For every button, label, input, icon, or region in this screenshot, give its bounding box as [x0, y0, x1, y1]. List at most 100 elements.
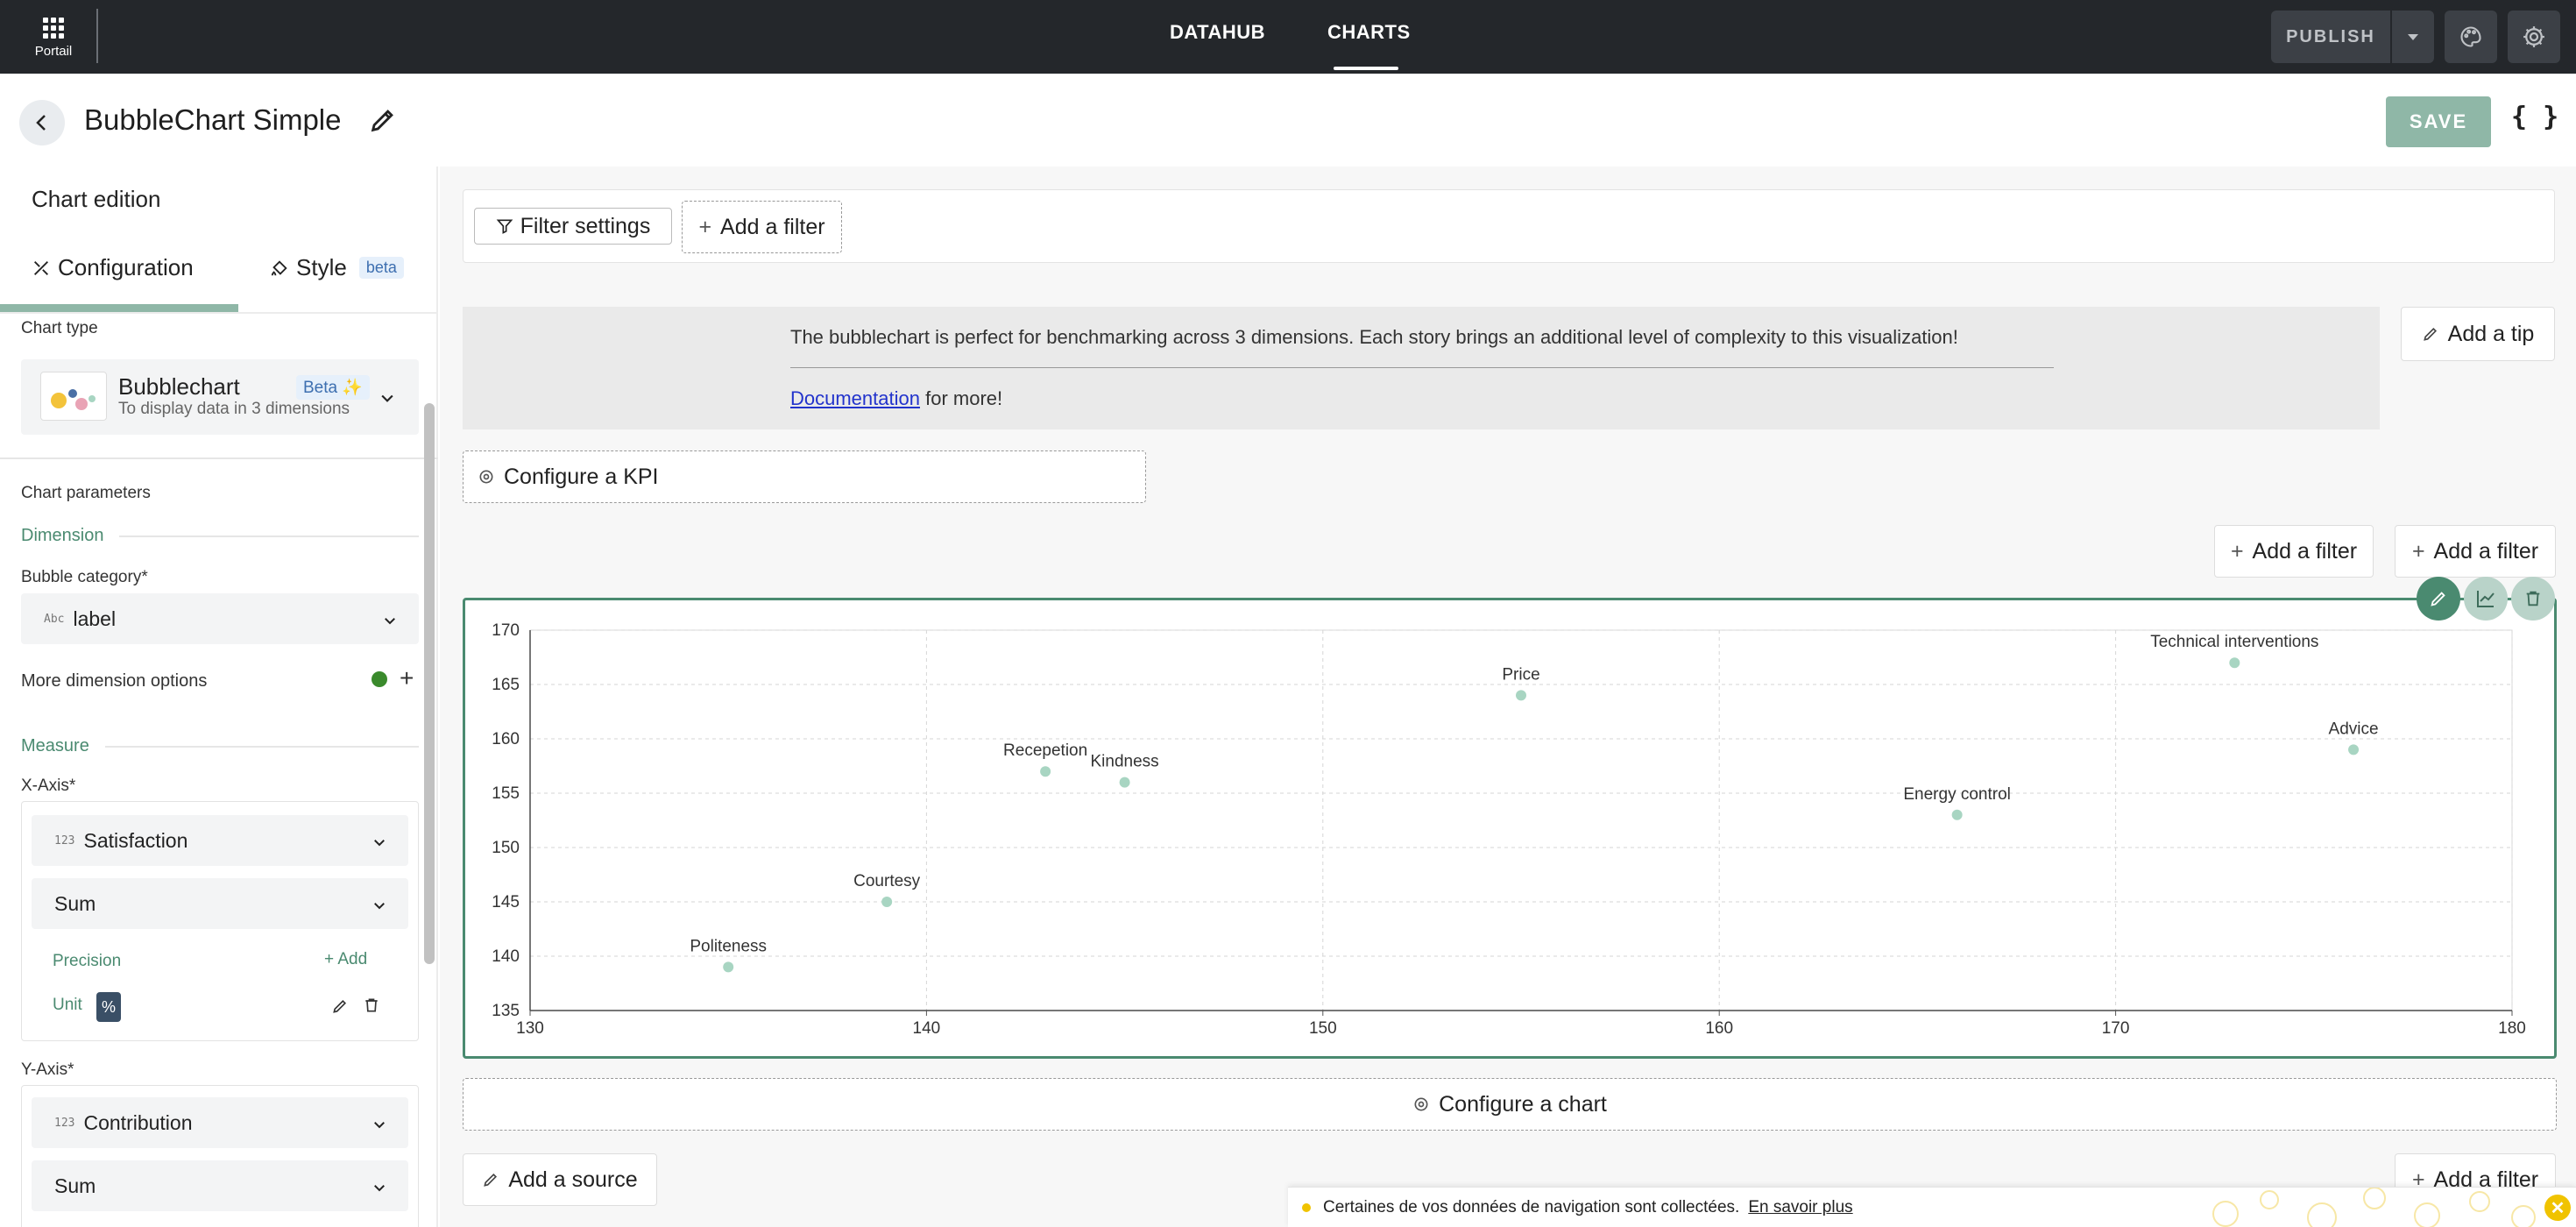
add-filter-button[interactable]: + Add a filter	[2214, 525, 2374, 578]
plus-icon: +	[698, 214, 712, 239]
chart-type-name: Bubblechart	[118, 373, 240, 400]
top-navigation-bar	[0, 0, 2576, 74]
add-filter-button[interactable]: + Add a filter	[682, 201, 842, 253]
y-tick-label: 145	[492, 893, 520, 911]
x-tick-label: 180	[2498, 1019, 2526, 1038]
y-tick-label: 165	[492, 676, 520, 694]
tip-documentation: Documentation for more!	[790, 387, 1002, 410]
cookie-learn-more-link[interactable]: En savoir plus	[1748, 1198, 1852, 1217]
tab-style[interactable]: Style beta	[270, 254, 404, 281]
y-tick-label: 140	[492, 947, 520, 966]
trash-icon[interactable]	[363, 996, 380, 1019]
cookie-banner: Certaines de vos données de navigation s…	[1288, 1187, 2576, 1227]
publish-button[interactable]: PUBLISH	[2271, 11, 2390, 63]
chevron-down-icon	[374, 903, 385, 910]
filter-settings-button[interactable]: Filter settings	[474, 208, 672, 245]
y-tick-label: 155	[492, 784, 520, 803]
tools-icon	[34, 260, 48, 275]
y-axis-aggregation-value: Sum	[54, 1174, 96, 1197]
bubble-point	[2348, 744, 2360, 755]
style-beta-badge: beta	[358, 257, 404, 279]
tip-text: The bubblechart is perfect for benchmark…	[790, 326, 1958, 348]
text-type-icon: Abc	[44, 612, 65, 626]
bubble-category-select[interactable]: Abc label	[21, 593, 419, 644]
pencil-icon[interactable]	[331, 997, 349, 1019]
chart-parameters-label: Chart parameters	[21, 484, 151, 502]
bubble-label: Recepetion	[1003, 741, 1087, 760]
chevron-down-icon	[374, 1185, 385, 1192]
bubble-chart: 130 140 150 160 170 180 135 140 145 150 155 160 165 1…	[492, 621, 2526, 1038]
chart-type-description: To display data in 3 dimensions	[118, 400, 350, 418]
status-dot	[372, 671, 387, 687]
bubble-label: Kindness	[1091, 753, 1159, 771]
chevron-down-icon	[374, 1122, 385, 1129]
bubble-point	[881, 897, 893, 907]
bubble-label: Advice	[2329, 720, 2379, 738]
add-filter-label: Add a filter	[2433, 538, 2539, 564]
x-tick-label: 160	[1705, 1019, 1733, 1038]
chart-type-beta-badge: Beta ✨	[296, 375, 371, 400]
x-axis-aggregation-value: Sum	[54, 891, 96, 915]
number-type-icon: 123	[54, 833, 75, 848]
unit-label: Unit	[53, 996, 82, 1014]
x-axis-label: X-Axis*	[21, 777, 76, 795]
edit-title-icon[interactable]	[368, 105, 398, 139]
documentation-link[interactable]: Documentation	[790, 387, 920, 409]
portal-menu-button[interactable]: Portail	[21, 14, 86, 63]
bubblechart-thumbnail	[40, 372, 107, 421]
y-tick-label: 160	[492, 730, 520, 748]
y-axis-field-select[interactable]: 123 Contribution	[32, 1097, 408, 1148]
settings-button[interactable]	[2508, 11, 2560, 63]
x-axis-aggregation-select[interactable]: Sum	[32, 878, 408, 929]
bubble-label: Politeness	[690, 937, 767, 955]
panel-scrollbar[interactable]	[424, 403, 435, 964]
configure-chart-label: Configure a chart	[1439, 1091, 1607, 1117]
tip-divider	[790, 367, 2054, 368]
add-source-label: Add a source	[508, 1167, 638, 1192]
nav-tab-datahub[interactable]: DATAHUB	[1170, 21, 1265, 54]
gear-icon	[2523, 26, 2544, 47]
publish-dropdown-button[interactable]	[2392, 11, 2434, 63]
arrow-left-icon	[36, 115, 46, 131]
theme-button[interactable]	[2445, 11, 2497, 63]
chevron-down-icon	[374, 840, 385, 847]
add-source-button[interactable]: Add a source	[463, 1153, 657, 1206]
plus-icon: +	[2230, 538, 2244, 564]
add-filter-button[interactable]: + Add a filter	[2395, 525, 2556, 578]
y-axis-aggregation-select[interactable]: Sum	[32, 1160, 408, 1211]
tab-configuration[interactable]: Configuration	[32, 254, 194, 281]
back-button[interactable]	[19, 100, 65, 145]
configure-chart-button[interactable]: Configure a chart	[463, 1078, 2557, 1131]
y-tick-label: 150	[492, 839, 520, 857]
unit-badge: %	[96, 992, 121, 1022]
pencil-icon	[2423, 327, 2437, 341]
bubble-category-value: label	[73, 606, 117, 630]
measure-divider	[105, 746, 419, 748]
cookie-decoration	[2173, 1188, 2576, 1227]
tab-style-label: Style	[296, 254, 347, 280]
bubble-point	[2229, 657, 2240, 669]
x-tick-label: 170	[2102, 1019, 2130, 1038]
x-tick-label: 130	[516, 1019, 544, 1038]
apps-grid-icon	[43, 18, 64, 39]
configure-kpi-button[interactable]: Configure a KPI	[463, 450, 1146, 503]
save-button[interactable]: SAVE	[2386, 96, 2491, 147]
nav-tab-charts[interactable]: CHARTS	[1327, 21, 1411, 54]
bubble-label: Courtesy	[853, 872, 921, 890]
add-precision-button[interactable]: + Add	[324, 950, 367, 969]
chart-type-label: Chart type	[21, 319, 98, 337]
precision-label: Precision	[53, 952, 122, 970]
add-dimension-option-button[interactable]: +	[400, 664, 414, 692]
paint-bucket-icon	[271, 259, 287, 275]
add-tip-button[interactable]: Add a tip	[2401, 307, 2555, 361]
topbar-divider	[96, 9, 98, 63]
plus-icon: +	[2411, 538, 2425, 564]
json-editor-button[interactable]: { }	[2511, 102, 2558, 132]
chevron-down-icon[interactable]	[379, 389, 396, 411]
pencil-icon	[484, 1173, 498, 1187]
cookie-close-button[interactable]: ✕	[2544, 1195, 2571, 1221]
filter-icon	[496, 219, 513, 234]
chevron-down-icon	[385, 618, 395, 625]
x-axis-field-select[interactable]: 123 Satisfaction	[32, 815, 408, 866]
gear-icon	[479, 470, 493, 484]
